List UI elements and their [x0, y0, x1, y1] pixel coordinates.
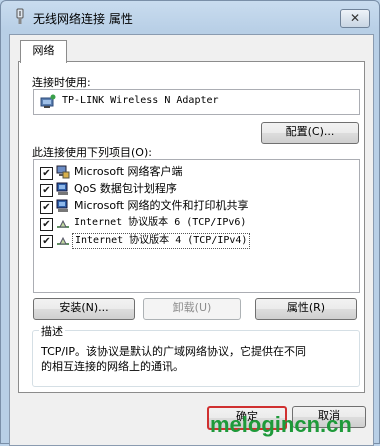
adapter-icon [40, 94, 56, 108]
description-text-line1: TCP/IP。该协议是默认的广域网络协议，它提供在不同 [41, 345, 306, 358]
window-title: 无线网络连接 属性 [33, 12, 133, 26]
uninstall-button-label: 卸载(U) [172, 301, 212, 314]
checkbox[interactable]: ✔ [40, 184, 53, 197]
install-button[interactable]: 安装(N)... [33, 298, 135, 320]
close-button[interactable]: ✕ [340, 9, 370, 28]
qos-scheduler-icon [56, 182, 68, 195]
dialog-client-area: 网络 连接时使用: TP-LINK Wireless N Adapter 配置(… [9, 34, 374, 446]
network-client-icon [56, 165, 70, 179]
install-button-label: 安装(N)... [59, 301, 109, 314]
tab-panel: 连接时使用: TP-LINK Wireless N Adapter 配置(C).… [18, 61, 365, 393]
item-text: Microsoft 网络客户端 [74, 165, 183, 178]
checkbox[interactable]: ✔ [40, 201, 53, 214]
items-label: 此连接使用下列项目(O): [32, 146, 152, 159]
description-group: 描述 TCP/IP。该协议是默认的广域网络协议，它提供在不同 的相互连接的网络上… [32, 323, 360, 387]
properties-button[interactable]: 属性(R) [255, 298, 357, 320]
item-text: QoS 数据包计划程序 [74, 182, 177, 195]
adapter-name: TP-LINK Wireless N Adapter [62, 95, 219, 106]
protocol-icon [57, 236, 69, 245]
tab-network[interactable]: 网络 [20, 40, 67, 63]
uninstall-button[interactable]: 卸载(U) [143, 298, 241, 320]
configure-button-label: 配置(C)... [285, 125, 335, 138]
list-item-selected[interactable]: ✔ Internet 协议版本 4 (TCP/IPv4) [40, 232, 360, 249]
list-item[interactable]: ✔ Microsoft 网络客户端 [40, 164, 360, 181]
title-bar[interactable]: 无线网络连接 属性 ✕ [1, 1, 379, 31]
checkbox[interactable]: ✔ [40, 235, 53, 248]
properties-dialog: 无线网络连接 属性 ✕ 网络 连接时使用: TP-LINK Wireless N… [0, 0, 380, 446]
components-list[interactable]: ✔ Microsoft 网络客户端 ✔ QoS 数据包计划程序 ✔ Micros… [33, 159, 360, 293]
configure-button[interactable]: 配置(C)... [261, 122, 359, 144]
item-text: Internet 协议版本 4 (TCP/IPv4) [72, 233, 251, 249]
description-label: 描述 [39, 323, 65, 339]
close-icon: ✕ [349, 11, 361, 25]
tab-network-label: 网络 [32, 44, 55, 57]
properties-button-label: 属性(R) [286, 301, 326, 314]
adapter-field: TP-LINK Wireless N Adapter [33, 89, 360, 115]
watermark-text: melogincn.cn [210, 412, 352, 437]
item-text: Microsoft 网络的文件和打印机共享 [74, 199, 249, 212]
protocol-icon [57, 219, 69, 228]
list-item[interactable]: ✔ Microsoft 网络的文件和打印机共享 [40, 198, 360, 215]
connect-using-label: 连接时使用: [32, 76, 91, 89]
network-adapter-icon [16, 8, 24, 24]
description-text-line2: 的相互连接的网络上的通讯。 [41, 360, 184, 373]
file-sharing-icon [56, 199, 68, 212]
list-item[interactable]: ✔ QoS 数据包计划程序 [40, 181, 360, 198]
checkbox[interactable]: ✔ [40, 167, 53, 180]
checkbox[interactable]: ✔ [40, 218, 53, 231]
item-text: Internet 协议版本 6 (TCP/IPv6) [74, 217, 247, 228]
list-item[interactable]: ✔ Internet 协议版本 6 (TCP/IPv6) [40, 215, 360, 232]
